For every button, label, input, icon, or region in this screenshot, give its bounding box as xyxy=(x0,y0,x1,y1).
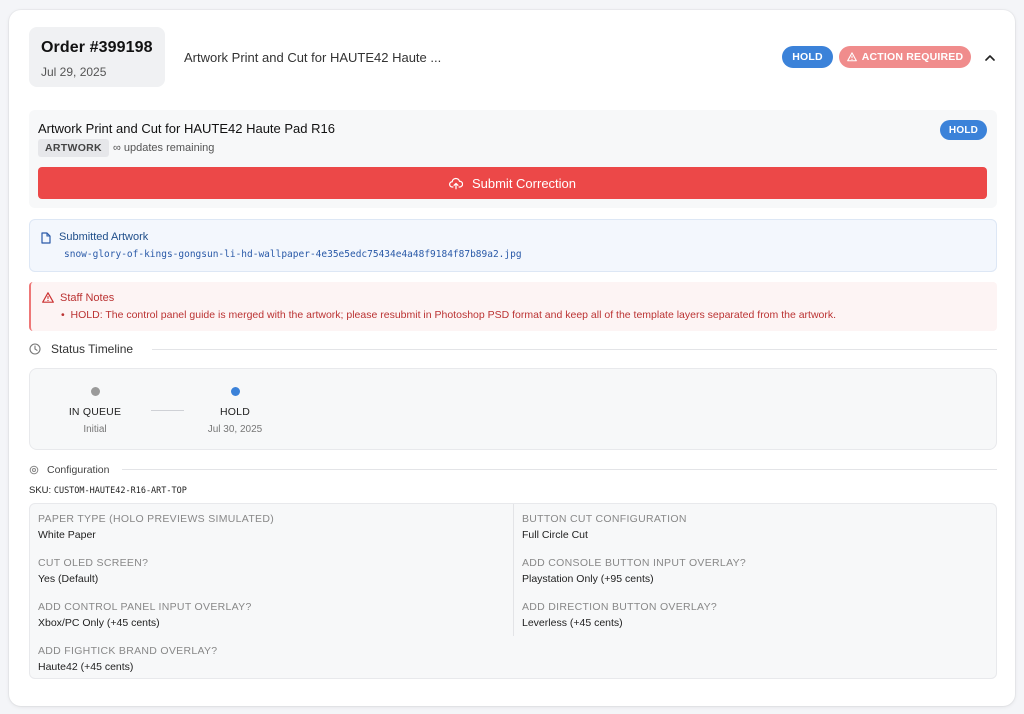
sku: SKU: CUSTOM-HAUTE42-R16-ART-TOP xyxy=(29,485,187,496)
config-value: Haute42 (+45 cents) xyxy=(38,661,134,673)
submitted-artwork: Submitted Artwork snow-glory-of-kings-go… xyxy=(29,219,997,272)
status-timeline: IN QUEUE Initial HOLD Jul 30, 2025 xyxy=(29,368,997,450)
warning-icon xyxy=(846,52,857,62)
order-title: Artwork Print and Cut for HAUTE42 Haute … xyxy=(184,50,442,65)
config-field-paper-type: PAPER TYPE (HOLO PREVIEWS SIMULATED) Whi… xyxy=(38,513,274,541)
config-value: Yes (Default) xyxy=(38,573,99,585)
staff-notes: Staff Notes • HOLD: The control panel gu… xyxy=(29,282,997,331)
item-type-tag: ARTWORK xyxy=(38,139,109,157)
divider xyxy=(152,349,997,350)
config-value: Xbox/PC Only (+45 cents) xyxy=(38,617,160,629)
timeline-step-sub: Initial xyxy=(83,424,107,435)
staff-note-item: • HOLD: The control panel guide is merge… xyxy=(61,309,837,321)
chevron-up-icon xyxy=(985,54,995,61)
config-value: Playstation Only (+95 cents) xyxy=(522,573,654,585)
cloud-upload-icon xyxy=(449,177,463,189)
item-panel: Artwork Print and Cut for HAUTE42 Haute … xyxy=(29,110,997,208)
config-value: Full Circle Cut xyxy=(522,529,588,541)
column-divider xyxy=(513,504,514,636)
divider xyxy=(122,469,997,470)
submitted-artwork-label: Submitted Artwork xyxy=(59,231,149,243)
config-label: BUTTON CUT CONFIGURATION xyxy=(522,513,687,525)
item-status-badge: HOLD xyxy=(940,120,987,140)
configuration-header: Configuration xyxy=(29,464,109,476)
staff-notes-label: Staff Notes xyxy=(60,292,115,304)
order-date: Jul 29, 2025 xyxy=(41,65,107,79)
config-field-control-panel-overlay: ADD CONTROL PANEL INPUT OVERLAY? Xbox/PC… xyxy=(38,601,252,629)
action-required-badge: ACTION REQUIRED xyxy=(839,46,971,68)
staff-note-text: HOLD: The control panel guide is merged … xyxy=(70,309,837,321)
status-timeline-header: Status Timeline xyxy=(29,342,133,356)
order-summary: Order #399198 Jul 29, 2025 xyxy=(29,27,165,87)
status-badge: HOLD xyxy=(782,46,833,68)
timeline-step-hold: HOLD Jul 30, 2025 xyxy=(190,387,280,435)
status-timeline-title: Status Timeline xyxy=(51,342,134,356)
sku-label: SKU: xyxy=(29,485,52,496)
action-required-label: ACTION REQUIRED xyxy=(861,51,964,63)
timeline-dot xyxy=(230,387,240,396)
config-field-cut-oled: CUT OLED SCREEN? Yes (Default) xyxy=(38,557,148,585)
config-field-direction-overlay: ADD DIRECTION BUTTON OVERLAY? Leverless … xyxy=(522,601,717,629)
warning-icon xyxy=(42,292,54,303)
config-field-console-overlay: ADD CONSOLE BUTTON INPUT OVERLAY? Playst… xyxy=(522,557,746,585)
sku-value: CUSTOM-HAUTE42-R16-ART-TOP xyxy=(53,486,187,496)
timeline-step-sub: Jul 30, 2025 xyxy=(207,424,263,435)
gear-icon xyxy=(29,465,39,475)
submit-correction-label: Submit Correction xyxy=(471,175,577,191)
configuration-title: Configuration xyxy=(47,464,110,476)
config-field-brand-overlay: ADD FIGHTICK BRAND OVERLAY? Haute42 (+45… xyxy=(38,645,217,673)
timeline-step-label: IN QUEUE xyxy=(68,406,122,418)
order-card: Order #399198 Jul 29, 2025 Artwork Print… xyxy=(9,10,1015,706)
timeline-step-label: HOLD xyxy=(220,406,250,418)
config-label: ADD CONTROL PANEL INPUT OVERLAY? xyxy=(38,601,252,613)
file-icon xyxy=(41,232,51,244)
config-field-button-cut: BUTTON CUT CONFIGURATION Full Circle Cut xyxy=(522,513,687,541)
config-value: Leverless (+45 cents) xyxy=(522,617,623,629)
timeline-connector xyxy=(151,410,184,411)
collapse-toggle[interactable] xyxy=(983,50,997,64)
clock-icon xyxy=(29,343,41,355)
updates-remaining: ∞ updates remaining xyxy=(113,142,215,154)
config-label: ADD DIRECTION BUTTON OVERLAY? xyxy=(522,601,718,613)
item-title: Artwork Print and Cut for HAUTE42 Haute … xyxy=(38,121,335,136)
config-label: ADD CONSOLE BUTTON INPUT OVERLAY? xyxy=(522,557,747,569)
config-label: CUT OLED SCREEN? xyxy=(38,557,149,569)
timeline-dot xyxy=(90,387,100,396)
order-number: Order #399198 xyxy=(41,39,153,56)
config-label: ADD FIGHTICK BRAND OVERLAY? xyxy=(38,645,218,657)
timeline-step-in-queue: IN QUEUE Initial xyxy=(50,387,140,435)
config-label: PAPER TYPE (HOLO PREVIEWS SIMULATED) xyxy=(38,513,275,525)
submit-correction-button[interactable]: Submit Correction xyxy=(38,167,987,199)
config-value: White Paper xyxy=(38,529,96,541)
configuration-grid: PAPER TYPE (HOLO PREVIEWS SIMULATED) Whi… xyxy=(29,503,997,679)
artwork-filename-link[interactable]: snow-glory-of-kings-gongsun-li-hd-wallpa… xyxy=(64,249,522,260)
